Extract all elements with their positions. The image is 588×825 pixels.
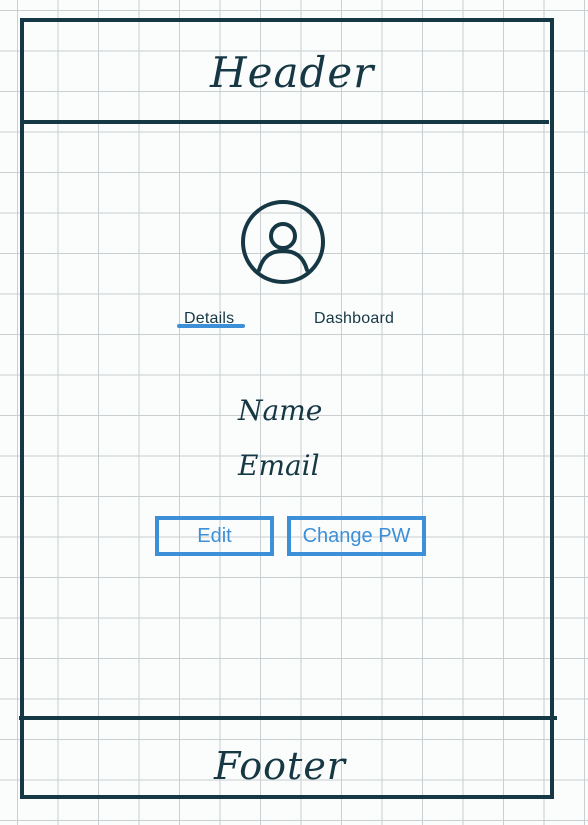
active-tab-underline (177, 324, 245, 328)
avatar[interactable] (239, 198, 327, 286)
edit-button[interactable]: Edit (155, 516, 274, 556)
header-divider (20, 120, 549, 124)
footer-divider (19, 716, 557, 720)
user-avatar-icon (241, 200, 325, 284)
email-label: Email (238, 449, 320, 482)
name-label: Name (238, 394, 323, 427)
change-password-button[interactable]: Change PW (287, 516, 426, 556)
footer-label: Footer (214, 744, 346, 788)
tab-dashboard[interactable]: Dashboard (314, 310, 394, 328)
header-label: Header (210, 48, 375, 97)
